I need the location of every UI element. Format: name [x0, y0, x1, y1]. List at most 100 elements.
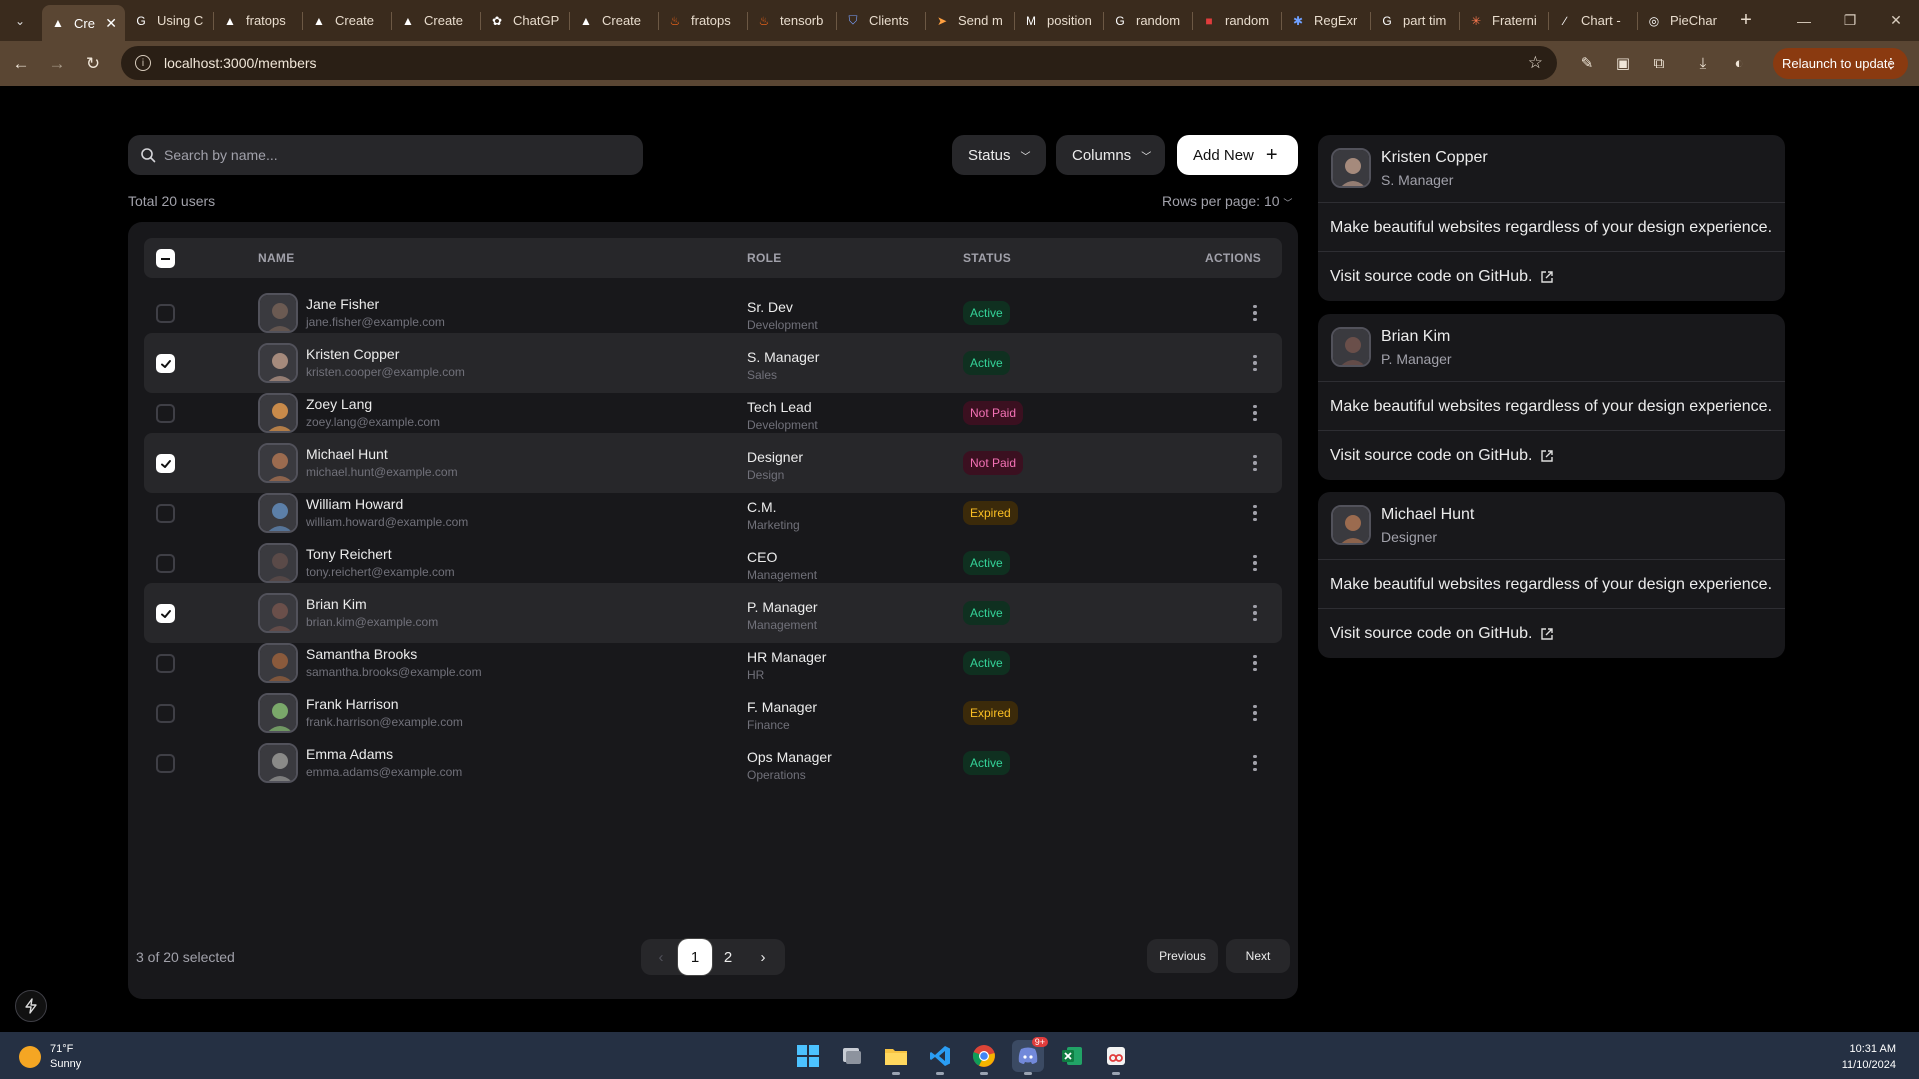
browser-tab[interactable]: ▲ Create	[303, 5, 391, 37]
row-checkbox[interactable]	[156, 754, 175, 773]
row-checkbox[interactable]	[156, 704, 175, 723]
columns-filter-button[interactable]: Columns ﹀	[1056, 135, 1165, 175]
close-tab-icon[interactable]: ✕	[105, 15, 117, 32]
sun-icon	[19, 1046, 41, 1068]
browser-tab[interactable]: ✿ ChatGP	[481, 5, 569, 37]
tab-search-button[interactable]: ⌄	[6, 7, 34, 35]
more-actions-icon[interactable]	[1245, 403, 1265, 423]
row-checkbox[interactable]	[156, 604, 175, 623]
browser-tab[interactable]: ◎ PieChar	[1638, 5, 1726, 37]
more-actions-icon[interactable]	[1245, 353, 1265, 373]
search-icon	[141, 148, 156, 163]
more-actions-icon[interactable]	[1245, 503, 1265, 523]
search-box[interactable]	[128, 135, 643, 175]
add-new-button[interactable]: Add New +	[1177, 135, 1298, 175]
discord-icon[interactable]: 9+	[1012, 1037, 1048, 1075]
task-view-icon[interactable]	[836, 1040, 868, 1072]
status-filter-button[interactable]: Status ﹀	[952, 135, 1046, 175]
pagination-prev-arrow[interactable]: ‹	[647, 943, 675, 971]
row-checkbox[interactable]	[156, 654, 175, 673]
file-explorer-icon[interactable]	[880, 1040, 912, 1075]
puzzle-icon[interactable]: ⧉	[1644, 48, 1674, 78]
more-actions-icon[interactable]	[1245, 553, 1265, 573]
github-link[interactable]: Visit source code on GitHub.	[1330, 268, 1554, 286]
column-header-role[interactable]: ROLE	[747, 251, 782, 265]
address-bar[interactable]: i localhost:3000/members ☆	[121, 46, 1557, 80]
profile-avatar-icon[interactable]: ◐	[1724, 48, 1754, 78]
pagination-next-arrow[interactable]: ›	[749, 943, 777, 971]
browser-tab[interactable]: ■ random	[1193, 5, 1281, 37]
extension-box-icon[interactable]: ▣	[1608, 48, 1638, 78]
status-badge: Active	[963, 301, 1010, 325]
more-actions-icon[interactable]	[1245, 653, 1265, 673]
browser-tab[interactable]: ▲ fratops	[214, 5, 302, 37]
browser-tab[interactable]: ➤ Send m	[926, 5, 1014, 37]
table-row[interactable]: Emma Adams emma.adams@example.com Ops Mana…	[144, 733, 1282, 793]
browser-tab[interactable]: G Using C	[125, 5, 213, 37]
google-icon: G	[136, 13, 146, 28]
browser-tab[interactable]: ▲ Create	[392, 5, 480, 37]
rows-per-page-select[interactable]: 10 ﹀	[1264, 193, 1292, 209]
browser-tab[interactable]: ✱ RegExr	[1282, 5, 1370, 37]
more-vertical-icon[interactable]: ⋮	[1884, 55, 1898, 72]
row-checkbox[interactable]	[156, 304, 175, 323]
browser-tab[interactable]: ▲ Create	[570, 5, 658, 37]
browser-tab[interactable]: Mposition	[1015, 5, 1103, 37]
tab-title: Using C	[157, 13, 204, 28]
excel-icon[interactable]	[1056, 1040, 1088, 1072]
maximize-button[interactable]: ❐	[1827, 0, 1873, 41]
previous-button[interactable]: Previous	[1147, 939, 1218, 973]
github-link[interactable]: Visit source code on GitHub.	[1330, 447, 1554, 465]
more-actions-icon[interactable]	[1245, 753, 1265, 773]
browser-tab[interactable]: Grandom	[1104, 5, 1192, 37]
next-button[interactable]: Next	[1226, 939, 1290, 973]
row-checkbox[interactable]	[156, 354, 175, 373]
browser-tab[interactable]: ⛉ Clients	[837, 5, 925, 37]
user-card: Kristen Copper S. Manager Make beautiful w…	[1318, 135, 1785, 301]
windows-start-icon[interactable]	[792, 1040, 824, 1072]
row-checkbox[interactable]	[156, 554, 175, 573]
browser-tab[interactable]: Gpart tim	[1371, 5, 1459, 37]
github-link[interactable]: Visit source code on GitHub.	[1330, 625, 1554, 643]
close-window-button[interactable]: ✕	[1873, 0, 1919, 41]
browser-tab[interactable]: ♨ tensorb	[748, 5, 836, 37]
browser-tab[interactable]: ∕ Chart -	[1549, 5, 1637, 37]
browser-tab[interactable]: ♨ fratops	[659, 5, 747, 37]
system-clock[interactable]: 10:31 AM 11/10/2024	[1842, 1041, 1896, 1073]
search-input[interactable]	[164, 147, 634, 163]
browser-tab[interactable]: ✳ Fraterni	[1460, 5, 1548, 37]
vscode-icon[interactable]	[924, 1040, 956, 1075]
minimize-button[interactable]: —	[1781, 0, 1827, 41]
tab-title: fratops	[691, 13, 731, 28]
browser-tab[interactable]: ▲ Cre ✕	[42, 5, 125, 41]
select-all-checkbox[interactable]	[156, 249, 175, 268]
new-tab-button[interactable]: +	[1732, 7, 1760, 35]
weather-widget[interactable]: 71°F Sunny	[19, 1042, 81, 1072]
page-button-2[interactable]: 2	[714, 943, 742, 971]
more-actions-icon[interactable]	[1245, 703, 1265, 723]
more-actions-icon[interactable]	[1245, 603, 1265, 623]
chrome-icon[interactable]	[968, 1040, 1000, 1075]
row-checkbox[interactable]	[156, 504, 175, 523]
row-checkbox[interactable]	[156, 454, 175, 473]
forward-button[interactable]: →	[42, 49, 72, 79]
row-checkbox[interactable]	[156, 404, 175, 423]
external-link-icon	[1541, 628, 1554, 640]
snipping-tool-icon[interactable]	[1100, 1040, 1132, 1075]
more-actions-icon[interactable]	[1245, 453, 1265, 473]
page-button-1[interactable]: 1	[678, 939, 712, 975]
tab-title: Fraterni	[1492, 13, 1537, 28]
column-header-name[interactable]: NAME	[258, 251, 295, 265]
relaunch-button[interactable]: Relaunch to update ⋮	[1773, 48, 1908, 79]
back-button[interactable]: ←	[6, 49, 36, 79]
reload-button[interactable]: ↻	[78, 49, 108, 79]
bolt-icon[interactable]	[15, 990, 47, 1022]
download-icon[interactable]: ⤓	[1688, 48, 1718, 78]
more-actions-icon[interactable]	[1245, 303, 1265, 323]
pen-icon[interactable]: ✎	[1572, 48, 1602, 78]
bookmark-star-icon[interactable]: ☆	[1528, 53, 1543, 73]
column-header-status[interactable]: STATUS	[963, 251, 1011, 265]
rows-per-page: Rows per page: 10 ﹀	[1162, 193, 1292, 209]
site-info-icon[interactable]: i	[135, 55, 151, 71]
status-badge: Expired	[963, 501, 1018, 525]
